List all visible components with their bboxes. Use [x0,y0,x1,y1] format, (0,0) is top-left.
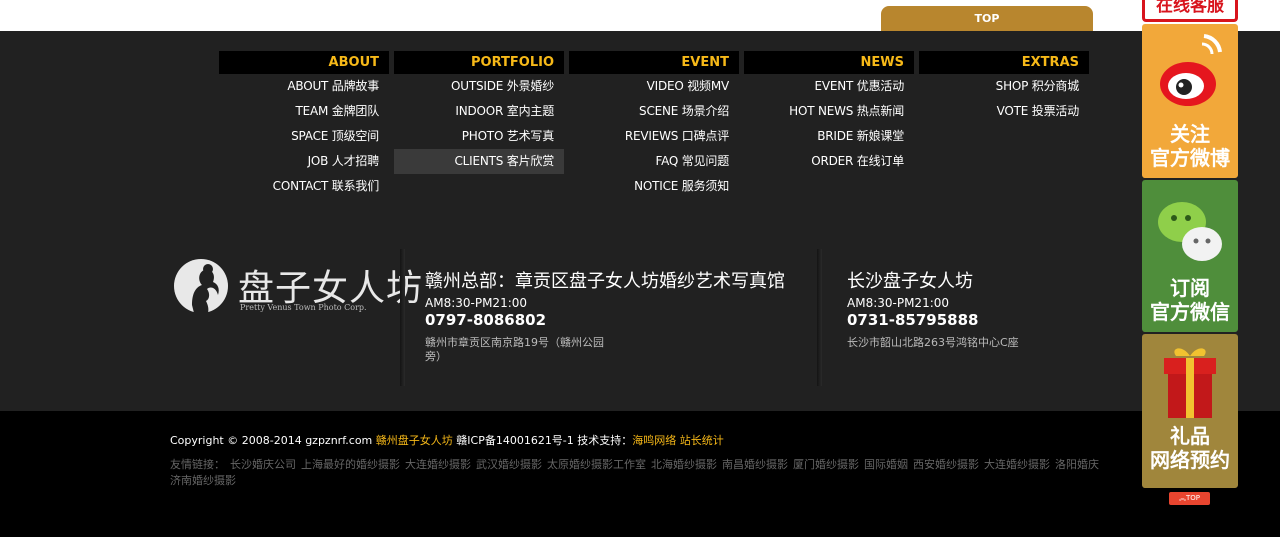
scroll-top-label: TOP [1185,494,1200,502]
subscribe-wechat-button[interactable]: 订阅 官方微信 [1142,180,1238,332]
copyright-text: Copyright © 2008-2014 gzpznrf.com [170,434,373,447]
icp-text: 赣ICP备14001621号-1 技术支持： [456,434,633,447]
nav-link[interactable]: NOTICE 服务须知 [569,174,739,199]
nav-link[interactable]: BRIDE 新娘课堂 [744,124,914,149]
gift-label-1: 礼品 [1170,424,1210,448]
branch-ganzhou: 赣州总部：章贡区盘子女人坊婚纱艺术写真馆 AM8:30-PM21:00 0797… [425,267,785,364]
scroll-top-button[interactable]: ︽TOP [1169,492,1210,505]
nav-heading[interactable]: EVENT [569,51,739,74]
nav-column-news: NEWS EVENT 优惠活动 HOT NEWS 热点新闻 BRIDE 新娘课堂… [744,51,914,174]
friend-link[interactable]: 大连婚纱摄影 [984,458,1050,471]
branch-phone: 0731-85795888 [847,311,979,329]
weibo-icon [1160,34,1222,106]
nav-link[interactable]: INDOOR 室内主题 [394,99,564,124]
friend-link[interactable]: 厦门婚纱摄影 [793,458,859,471]
branch-address: 赣州市章贡区南京路19号（赣州公园旁） [425,336,604,363]
copyright-bar: Copyright © 2008-2014 gzpznrf.com 赣州盘子女人… [0,411,1280,537]
woman-silhouette-icon [174,259,228,313]
friend-link[interactable]: 太原婚纱摄影工作室 [547,458,646,471]
friend-link[interactable]: 洛阳婚庆 [1055,458,1099,471]
nav-link[interactable]: PHOTO 艺术写真 [394,124,564,149]
friend-links-label: 友情链接： [170,458,225,471]
gift-booking-button[interactable]: 礼品 网络预约 [1142,334,1238,488]
nav-link[interactable]: OUTSIDE 外景婚纱 [394,74,564,99]
back-to-top-tab[interactable]: TOP [881,6,1093,31]
nav-link[interactable]: ABOUT 品牌故事 [219,74,389,99]
friend-link[interactable]: 济南婚纱摄影 [170,474,236,487]
wechat-label-2: 官方微信 [1150,300,1230,324]
friend-link[interactable]: 武汉婚纱摄影 [476,458,542,471]
nav-link-hovered[interactable]: CLIENTS 客片欣赏 [394,149,564,174]
nav-link[interactable]: REVIEWS 口碑点评 [569,124,739,149]
friend-link[interactable]: 西安婚纱摄影 [913,458,979,471]
branch-changsha: 长沙盘子女人坊 AM8:30-PM21:00 0731-85795888 长沙市… [847,267,1097,350]
nav-heading[interactable]: PORTFOLIO [394,51,564,74]
nav-link[interactable]: CONTACT 联系我们 [219,174,389,199]
copyright-line: Copyright © 2008-2014 gzpznrf.com 赣州盘子女人… [170,432,724,448]
friend-link[interactable]: 南昌婚纱摄影 [722,458,788,471]
divider [400,249,405,386]
wechat-label-1: 订阅 [1170,276,1210,300]
friend-link[interactable]: 上海最好的婚纱摄影 [301,458,400,471]
weibo-label-1: 关注 [1170,122,1210,146]
nav-link[interactable]: HOT NEWS 热点新闻 [744,99,914,124]
company-link[interactable]: 赣州盘子女人坊 [376,434,453,447]
friend-link[interactable]: 北海婚纱摄影 [651,458,717,471]
nav-column-portfolio: PORTFOLIO OUTSIDE 外景婚纱 INDOOR 室内主题 PHOTO… [394,51,564,174]
brand-subtitle: Pretty Venus Town Photo Corp. [240,303,367,312]
branch-hours: AM8:30-PM21:00 [425,296,528,310]
branch-name: 长沙盘子女人坊 [847,271,973,292]
nav-link[interactable]: FAQ 常见问题 [569,149,739,174]
friend-links: 友情链接： 长沙婚庆公司 上海最好的婚纱摄影 大连婚纱摄影 武汉婚纱摄影 太原婚纱摄影工作… [170,457,1110,489]
branch-hours: AM8:30-PM21:00 [847,296,950,310]
nav-link[interactable]: ORDER 在线订单 [744,149,914,174]
nav-column-extras: EXTRAS SHOP 积分商城 VOTE 投票活动 [919,51,1089,124]
friend-link[interactable]: 长沙婚庆公司 [230,458,296,471]
nav-link[interactable]: VOTE 投票活动 [919,99,1089,124]
nav-link[interactable]: SPACE 顶级空间 [219,124,389,149]
wechat-icon [1158,202,1222,261]
follow-weibo-button[interactable]: 关注 官方微博 [1142,24,1238,178]
gift-label-2: 网络预约 [1150,448,1230,472]
nav-link[interactable]: JOB 人才招聘 [219,149,389,174]
nav-column-event: EVENT VIDEO 视频MV SCENE 场景介绍 REVIEWS 口碑点评… [569,51,739,199]
stats-link[interactable]: 站长统计 [680,434,724,447]
nav-column-about: ABOUT ABOUT 品牌故事 TEAM 金牌团队 SPACE 顶级空间 JO… [219,51,389,199]
nav-heading[interactable]: ABOUT [219,51,389,74]
nav-heading[interactable]: EXTRAS [919,51,1089,74]
branch-phone: 0797-8086802 [425,311,547,329]
brand-logo[interactable]: 盘子女人坊 Pretty Venus Town Photo Corp. [172,257,422,317]
branch-address: 长沙市韶山北路263号鸿铭中心C座 [847,336,1019,349]
nav-heading[interactable]: NEWS [744,51,914,74]
branch-name: 赣州总部：章贡区盘子女人坊婚纱艺术写真馆 [425,271,785,292]
divider [817,249,822,386]
online-service-button[interactable]: 在线客服 [1142,0,1238,22]
footer-nav-area: ABOUT ABOUT 品牌故事 TEAM 金牌团队 SPACE 顶级空间 JO… [0,31,1280,411]
nav-link[interactable]: SCENE 场景介绍 [569,99,739,124]
nav-link[interactable]: TEAM 金牌团队 [219,99,389,124]
nav-link[interactable]: EVENT 优惠活动 [744,74,914,99]
nav-link[interactable]: VIDEO 视频MV [569,74,739,99]
support-link[interactable]: 海鸣网络 [632,434,676,447]
friend-link[interactable]: 国际婚姻 [864,458,908,471]
nav-link[interactable]: SHOP 积分商城 [919,74,1089,99]
weibo-label-2: 官方微博 [1150,146,1230,170]
chevron-up-icon: ︽ [1178,494,1186,502]
gift-icon [1164,348,1216,418]
friend-link[interactable]: 大连婚纱摄影 [405,458,471,471]
